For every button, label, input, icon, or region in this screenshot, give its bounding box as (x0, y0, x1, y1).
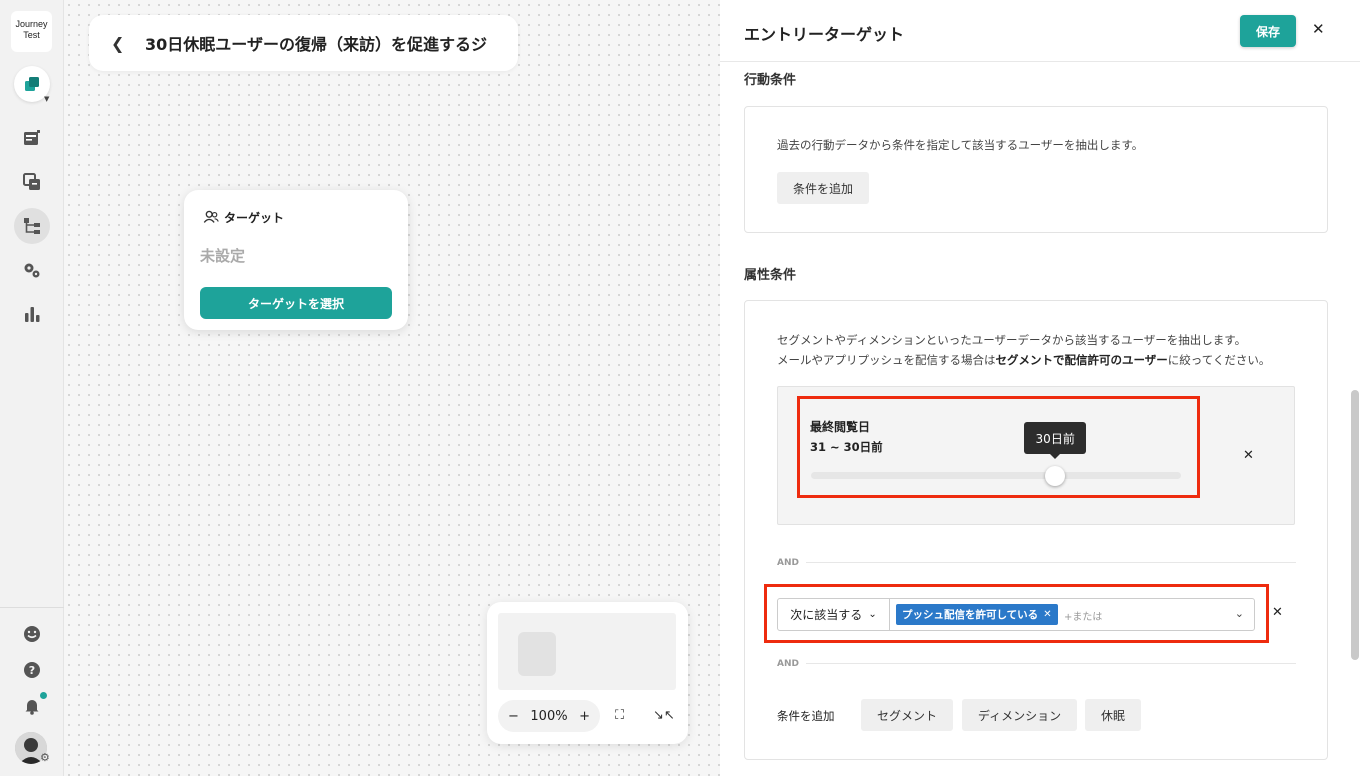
add-dimension-button[interactable]: ディメンション (962, 699, 1077, 731)
add-dormant-button[interactable]: 休眠 (1085, 699, 1141, 731)
desc-pre: メールやアプリプッシュを配信する場合は (777, 353, 996, 367)
chip-remove-icon[interactable]: ✕ (1043, 609, 1051, 620)
match-mode-dropdown[interactable]: 次に該当する ⌄ (778, 599, 890, 630)
journey-title-card: ❮ 30日休眠ユーザーの復帰（来訪）を促進するジ (89, 15, 518, 71)
avatar-gear-icon[interactable]: ⚙ (40, 751, 50, 764)
save-button[interactable]: 保存 (1240, 15, 1296, 47)
copy-icon (23, 173, 40, 190)
segment-chip[interactable]: プッシュ配信を許可している ✕ (896, 604, 1058, 625)
and-label-1: AND (777, 558, 799, 568)
remove-condition-icon[interactable]: ✕ (1243, 448, 1254, 463)
bell-icon (25, 700, 39, 715)
attribute-box (744, 300, 1328, 760)
add-segment-button[interactable]: セグメント (861, 699, 953, 731)
panel-header: エントリーターゲット 保存 ✕ (720, 0, 1360, 62)
smile-icon (24, 626, 40, 642)
behavior-box (744, 106, 1328, 233)
feedback-button[interactable] (14, 616, 50, 652)
journey-title[interactable]: 30日休眠ユーザーの復帰（来訪）を促進するジ (145, 31, 487, 55)
newspaper-icon (24, 130, 40, 145)
rail-item-templates[interactable] (14, 164, 50, 200)
rail-divider (0, 607, 64, 608)
logo-line1: Journey (15, 19, 48, 29)
users-icon (203, 210, 219, 223)
attribute-description-line1: セグメントやディメンションといったユーザーデータから該当するユーザーを抽出します… (777, 333, 1247, 347)
remove-segment-rule-icon[interactable]: ✕ (1272, 605, 1283, 620)
panel-title: エントリーターゲット (744, 25, 905, 44)
or-placeholder[interactable]: +または (1064, 608, 1102, 623)
segment-chip-label: プッシュ配信を許可している (902, 609, 1039, 621)
select-target-button[interactable]: ターゲットを選択 (200, 287, 392, 319)
bar-chart-icon (25, 307, 40, 322)
minimap: − 100% + ⛶ ↘↖ (487, 602, 688, 744)
logo-line2: Test (23, 30, 40, 40)
back-chevron-icon[interactable]: ❮ (111, 34, 145, 53)
rail-item-messages[interactable] (14, 120, 50, 156)
behavior-description: 過去の行動データから条件を指定して該当するユーザーを抽出します。 (777, 138, 1144, 152)
gears-icon (24, 263, 40, 278)
and-label-2: AND (777, 659, 799, 669)
app-logo[interactable]: Journey Test (11, 11, 52, 52)
help-button[interactable]: ? (14, 652, 50, 688)
collapse-icon[interactable]: ↘↖ (653, 708, 675, 723)
slider-tooltip: 30日前 (1024, 422, 1087, 459)
behavior-section-label: 行動条件 (744, 73, 797, 88)
and-divider-2 (806, 663, 1296, 664)
notification-badge (40, 692, 47, 699)
fit-view-icon[interactable]: ⛶ (615, 708, 624, 723)
home-icon (25, 77, 39, 91)
rail-item-analytics[interactable] (14, 296, 50, 332)
close-panel-icon[interactable]: ✕ (1312, 20, 1325, 38)
days-slider-track[interactable] (811, 472, 1181, 479)
desc-bold: セグメントで配信許可のユーザー (995, 353, 1168, 367)
attribute-section-label: 属性条件 (744, 268, 797, 283)
target-node[interactable]: ターゲット 未設定 ターゲットを選択 (184, 190, 408, 330)
entry-target-panel: エントリーターゲット 保存 ✕ 行動条件 過去の行動データから条件を指定して該当… (720, 0, 1360, 776)
zoom-control: − 100% + (498, 700, 600, 732)
add-behavior-condition-button[interactable]: 条件を追加 (777, 172, 869, 204)
minimap-node (518, 632, 556, 676)
zoom-level: 100% (530, 708, 568, 724)
add-condition-label: 条件を追加 (777, 709, 835, 723)
and-divider-1 (806, 562, 1296, 563)
chevron-down-icon: ⌄ (868, 609, 877, 620)
minimap-viewport[interactable] (498, 613, 676, 690)
rail-item-settings[interactable] (14, 252, 50, 288)
chevron-down-icon[interactable]: ▼ (44, 95, 49, 103)
target-node-status: 未設定 (200, 247, 246, 265)
left-rail: Journey Test ▼ ? ⚙ (0, 0, 64, 776)
help-icon: ? (24, 662, 40, 678)
panel-scrollbar[interactable] (1351, 390, 1359, 660)
desc-post: に絞ってください。 (1167, 353, 1271, 367)
svg-text:?: ? (29, 664, 35, 677)
attribute-description-line2: メールやアプリプッシュを配信する場合はセグメントで配信許可のユーザーに絞ってくだ… (777, 352, 1270, 368)
chevron-down-icon[interactable]: ⌄ (1235, 607, 1244, 620)
rail-item-journeys[interactable] (14, 208, 50, 244)
condition-range: 31 ~ 30日前 (810, 440, 883, 454)
zoom-out-button[interactable]: − (508, 709, 519, 724)
flow-icon (24, 218, 40, 234)
segment-rule-select[interactable]: 次に該当する ⌄ プッシュ配信を許可している ✕ +または ⌄ (777, 598, 1255, 631)
match-mode-label: 次に該当する (790, 608, 863, 622)
target-node-header: ターゲット (202, 208, 284, 226)
condition-name: 最終閲覧日 (810, 420, 871, 434)
target-node-title: ターゲット (224, 210, 285, 225)
zoom-in-button[interactable]: + (579, 709, 590, 724)
